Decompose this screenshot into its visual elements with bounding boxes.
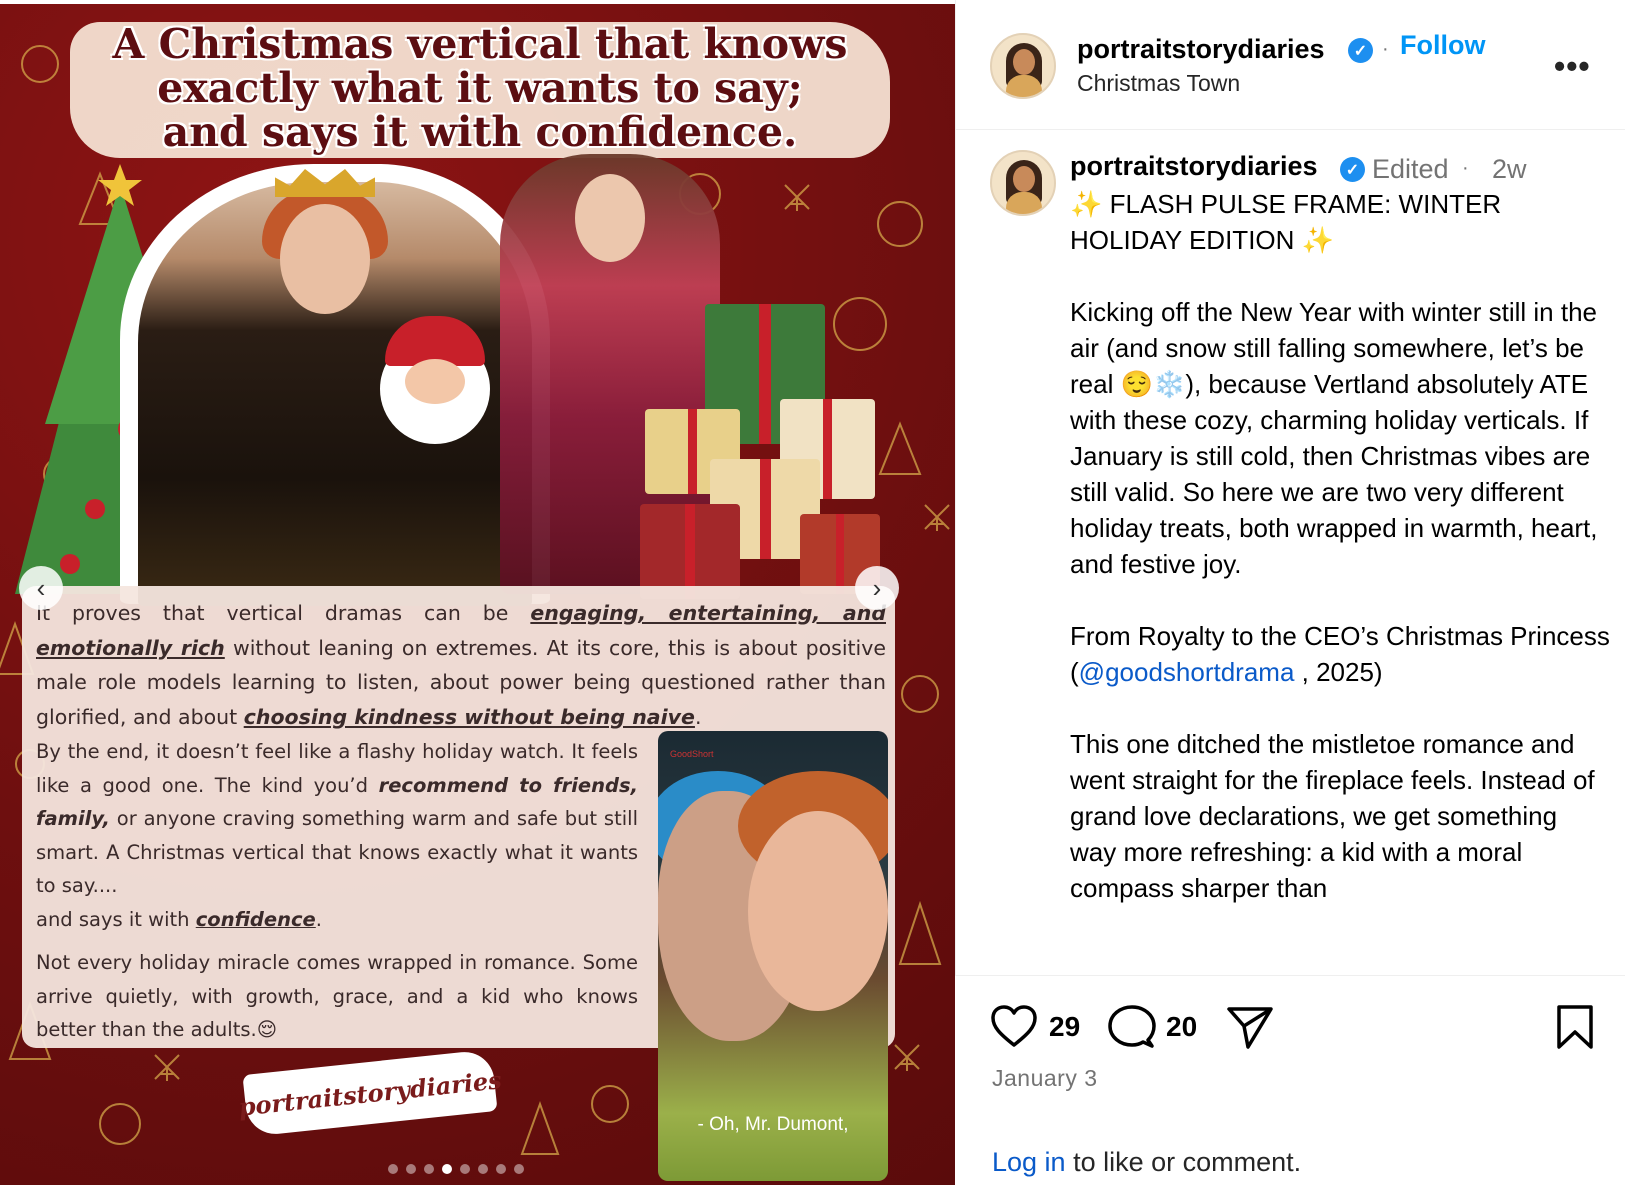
queen-face (280, 204, 370, 314)
post-age[interactable]: 2w (1492, 154, 1527, 185)
drama-poster: GoodShort - Oh, Mr. Dumont, (658, 731, 888, 1181)
title-line-3: and says it with confidence. (162, 108, 798, 156)
share-icon[interactable] (1226, 1004, 1274, 1050)
comment-count[interactable]: 20 (1166, 1011, 1197, 1043)
follow-button[interactable]: Follow (1400, 30, 1485, 61)
goodshort-logo: GoodShort (670, 749, 714, 759)
review-paragraph-1: It proves that vertical dramas can be en… (36, 601, 886, 729)
carousel-next-button[interactable]: › (855, 566, 899, 610)
like-count[interactable]: 29 (1049, 1011, 1080, 1043)
chevron-right-icon: › (872, 572, 882, 603)
carousel-dot[interactable] (514, 1164, 524, 1174)
woman-figure (748, 811, 888, 1011)
mention-link[interactable]: @goodshortdrama (1079, 657, 1295, 687)
verified-badge-icon: ✓ (1340, 157, 1365, 182)
carousel-dot[interactable] (406, 1164, 416, 1174)
carousel-dot[interactable] (460, 1164, 470, 1174)
post-header (956, 0, 1625, 130)
carousel-dot[interactable] (496, 1164, 506, 1174)
title-line-2: exactly what it wants to say; (157, 64, 803, 112)
caption-username[interactable]: portraitstorydiaries (1070, 151, 1318, 182)
lady-face (575, 174, 645, 262)
avatar[interactable] (990, 33, 1056, 99)
carousel-dot[interactable] (478, 1164, 488, 1174)
review-paragraph-3: Not every holiday miracle comes wrapped … (36, 951, 638, 1041)
login-prompt: Log in to like or comment. (992, 1147, 1302, 1177)
image-title: A Christmas vertical that knows exactly … (40, 22, 920, 154)
carousel-prev-button[interactable]: ‹ (19, 566, 63, 610)
carousel-dot[interactable] (442, 1164, 452, 1174)
santa-face (405, 359, 465, 404)
header-username[interactable]: portraitstorydiaries (1077, 34, 1325, 65)
title-line-1: A Christmas vertical that knows (112, 20, 848, 68)
highlight-phrase: confidence (195, 907, 316, 931)
instagram-post-view: A Christmas vertical that knows exactly … (0, 0, 1625, 1185)
separator-dot: · (1382, 38, 1389, 60)
more-options-icon[interactable]: ••• (1554, 48, 1591, 85)
caption-text: ✨ FLASH PULSE FRAME: WINTER HOLIDAY EDIT… (1070, 189, 1610, 903)
review-paragraph-2: By the end, it doesn’t feel like a flash… (36, 740, 638, 931)
heart-icon[interactable] (990, 1004, 1038, 1048)
chevron-left-icon: ‹ (36, 572, 46, 603)
location-link[interactable]: Christmas Town (1077, 70, 1240, 97)
separator-dot: · (1462, 157, 1469, 179)
verified-badge-icon: ✓ (1348, 38, 1373, 63)
avatar[interactable] (990, 150, 1056, 216)
carousel-dot[interactable] (424, 1164, 434, 1174)
login-link[interactable]: Log in (992, 1147, 1066, 1177)
comment-icon[interactable] (1108, 1004, 1156, 1050)
carousel-image[interactable]: A Christmas vertical that knows exactly … (0, 4, 955, 1185)
carousel-dot[interactable] (388, 1164, 398, 1174)
bookmark-icon[interactable] (1555, 1004, 1595, 1050)
gift-box-icon (640, 504, 740, 599)
highlight-phrase: choosing kindness without being naive (243, 704, 695, 729)
carousel-dots (388, 1164, 524, 1174)
watermark-text: portraitstorydiaries (237, 1064, 503, 1122)
edited-label: Edited (1372, 154, 1449, 184)
post-date[interactable]: January 3 (992, 1065, 1098, 1092)
poster-subtitle: - Oh, Mr. Dumont, (697, 1114, 849, 1135)
